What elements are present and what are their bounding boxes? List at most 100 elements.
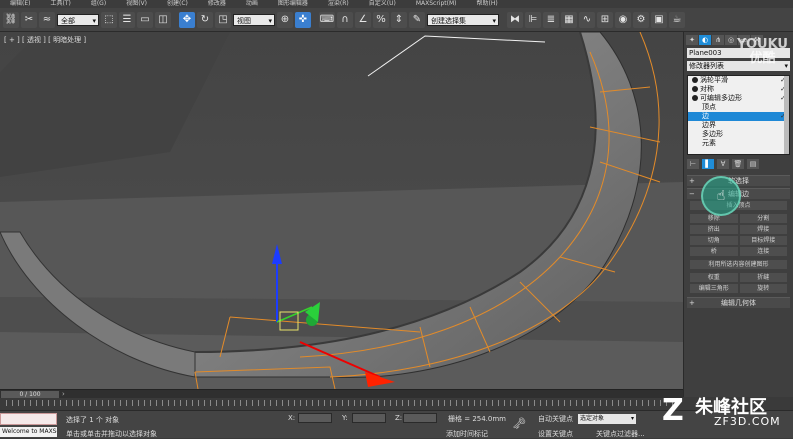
grid-size: 栅格 = 254.0mm [448, 415, 506, 423]
target-weld-button[interactable]: 目标焊接 [739, 236, 787, 245]
turn-button[interactable]: 旋转 [739, 284, 787, 293]
remove-button[interactable]: 移除 [690, 214, 738, 223]
graphite-tools-icon[interactable]: ▦ [561, 11, 577, 28]
x-coordinate-field[interactable] [298, 413, 332, 423]
edit-triangulation-button[interactable]: 编辑三角形 [690, 284, 738, 293]
menu-item-7[interactable]: 图形编辑器 [268, 0, 318, 8]
configure-modifier-sets-icon[interactable]: ▤ [747, 159, 759, 169]
track-bar[interactable] [0, 398, 683, 410]
layer-manager-icon[interactable]: ≣ [543, 11, 559, 28]
stack-item[interactable]: 边✓ [688, 112, 789, 121]
select-scale-icon[interactable]: ◳ [215, 11, 231, 28]
chamfer-button[interactable]: 切角 [690, 236, 738, 245]
add-time-tag-button[interactable]: 添加时间标记 [446, 429, 488, 439]
mirror-icon[interactable]: ⧓ [507, 11, 523, 28]
rollout-edit-geometry[interactable]: + 编辑几何体 [687, 297, 790, 308]
window-crossing-icon[interactable]: ◫ [155, 11, 171, 28]
menu-item-8[interactable]: 渲染(R) [318, 0, 359, 8]
x-label: X: [288, 414, 296, 422]
angle-snap-icon[interactable]: ∠ [355, 11, 371, 28]
key-filters-button[interactable]: 关键点过滤器... [596, 429, 645, 439]
named-selection-set-select[interactable]: 创建选择集 [427, 13, 499, 27]
maxscript-mini-listener[interactable]: Welcome to MAXScript. [0, 427, 57, 437]
make-unique-icon[interactable]: ∀ [717, 159, 729, 169]
unlink-icon[interactable]: ✂ [21, 11, 37, 28]
crease-field[interactable]: 折缝 [739, 273, 787, 282]
stack-item[interactable]: 边界 [688, 121, 789, 130]
render-setup-icon[interactable]: ⚙ [633, 11, 649, 28]
rendered-frame-icon[interactable]: ▣ [651, 11, 667, 28]
curve-editor-icon[interactable]: ∿ [579, 11, 595, 28]
pin-stack-icon[interactable]: ⊢ [687, 159, 699, 169]
create-tab-icon[interactable]: ✦ [686, 35, 698, 45]
menu-item-10[interactable]: MAXScript(M) [406, 0, 467, 8]
stack-item[interactable]: 对称✓ [688, 85, 789, 94]
modifier-stack[interactable]: 涡轮平滑✓对称✓可编辑多边形✓顶点边✓边界多边形元素 [687, 75, 790, 155]
hierarchy-tab-icon[interactable]: ⋔ [712, 35, 724, 45]
menu-item-6[interactable]: 动画 [236, 0, 268, 8]
menu-item-3[interactable]: 视图(V) [116, 0, 157, 8]
create-shape-button[interactable]: 利用所选内容创建图形 [690, 260, 787, 269]
select-rotate-icon[interactable]: ↻ [197, 11, 213, 28]
maxscript-mini-listener-top[interactable] [0, 413, 57, 425]
percent-snap-icon[interactable]: % [373, 11, 389, 28]
edit-named-selection-icon[interactable]: ✎ [409, 11, 425, 28]
menu-item-11[interactable]: 帮助(H) [467, 0, 508, 8]
remove-modifier-icon[interactable]: 🗑 [732, 159, 744, 169]
visibility-toggle-icon[interactable] [692, 95, 698, 101]
selection-filter-select[interactable]: 全部 [57, 13, 99, 27]
zf3d-watermark: Z 朱峰社区 ZF3D.COM [660, 393, 793, 437]
reference-coordinate-select[interactable]: 视图 [233, 13, 275, 27]
perspective-viewport[interactable]: [ + ] [ 透视 ] [ 明暗处理 ] [0, 32, 683, 389]
viewport-label[interactable]: [ + ] [ 透视 ] [ 明暗处理 ] [4, 35, 86, 45]
weight-field[interactable]: 权重 [690, 273, 738, 282]
select-manipulate-icon[interactable]: ✜ [295, 11, 311, 28]
extrude-button[interactable]: 挤出 [690, 225, 738, 234]
stack-item[interactable]: 顶点 [688, 103, 789, 112]
z-label: Z: [395, 414, 403, 422]
modify-tab-icon[interactable]: ◐ [699, 35, 711, 45]
spinner-snap-icon[interactable]: ⇕ [391, 11, 407, 28]
render-teapot-icon[interactable]: ☕ [669, 11, 685, 28]
show-end-result-icon[interactable]: ▌ [702, 159, 714, 169]
keyboard-shortcut-icon[interactable]: ⌨ [319, 11, 335, 28]
set-key-icon[interactable]: 🗝 [512, 417, 526, 430]
weld-button[interactable]: 焊接 [739, 225, 787, 234]
connect-button[interactable]: 连接 [739, 247, 787, 256]
link-icon[interactable]: ⛓ [3, 11, 19, 28]
stack-item[interactable]: 多边形 [688, 130, 789, 139]
split-button[interactable]: 分割 [739, 214, 787, 223]
bind-space-warp-icon[interactable]: ≈ [39, 11, 55, 28]
rollout-soft-selection[interactable]: + 软选择 [687, 175, 790, 186]
snap-toggle-icon[interactable]: ∩ [337, 11, 353, 28]
stack-item[interactable]: 涡轮平滑✓ [688, 76, 789, 85]
menu-item-4[interactable]: 创建(C) [157, 0, 198, 8]
stack-scrollbar[interactable] [784, 76, 789, 154]
pivot-center-icon[interactable]: ⊕ [277, 11, 293, 28]
key-set-select[interactable]: 选定对象 [578, 414, 636, 424]
set-key-button[interactable]: 设置关键点 [538, 429, 573, 439]
material-editor-icon[interactable]: ◉ [615, 11, 631, 28]
align-icon[interactable]: ⊫ [525, 11, 541, 28]
menu-item-5[interactable]: 修改器 [198, 0, 236, 8]
select-by-name-icon[interactable]: ☰ [119, 11, 135, 28]
y-coordinate-field[interactable] [352, 413, 386, 423]
time-slider-thumb[interactable]: 0 / 100 [1, 391, 59, 398]
time-next-arrow-icon[interactable]: › [62, 390, 65, 398]
select-move-icon[interactable]: ✥ [179, 11, 195, 28]
schematic-view-icon[interactable]: ⊞ [597, 11, 613, 28]
zf3d-url: ZF3D.COM [714, 415, 781, 428]
select-object-icon[interactable]: ⬚ [101, 11, 117, 28]
stack-item[interactable]: 可编辑多边形✓ [688, 94, 789, 103]
menu-item-9[interactable]: 自定义(U) [359, 0, 406, 8]
rect-selection-icon[interactable]: ▭ [137, 11, 153, 28]
visibility-toggle-icon[interactable] [692, 77, 698, 83]
auto-key-button[interactable]: 自动关键点 [538, 414, 573, 424]
visibility-toggle-icon[interactable] [692, 86, 698, 92]
stack-item[interactable]: 元素 [688, 139, 789, 148]
bridge-button[interactable]: 桥 [690, 247, 738, 256]
menu-item-1[interactable]: 工具(T) [40, 0, 80, 8]
menu-item-2[interactable]: 组(G) [81, 0, 116, 8]
z-coordinate-field[interactable] [403, 413, 437, 423]
menu-item-0[interactable]: 编辑(E) [0, 0, 40, 8]
